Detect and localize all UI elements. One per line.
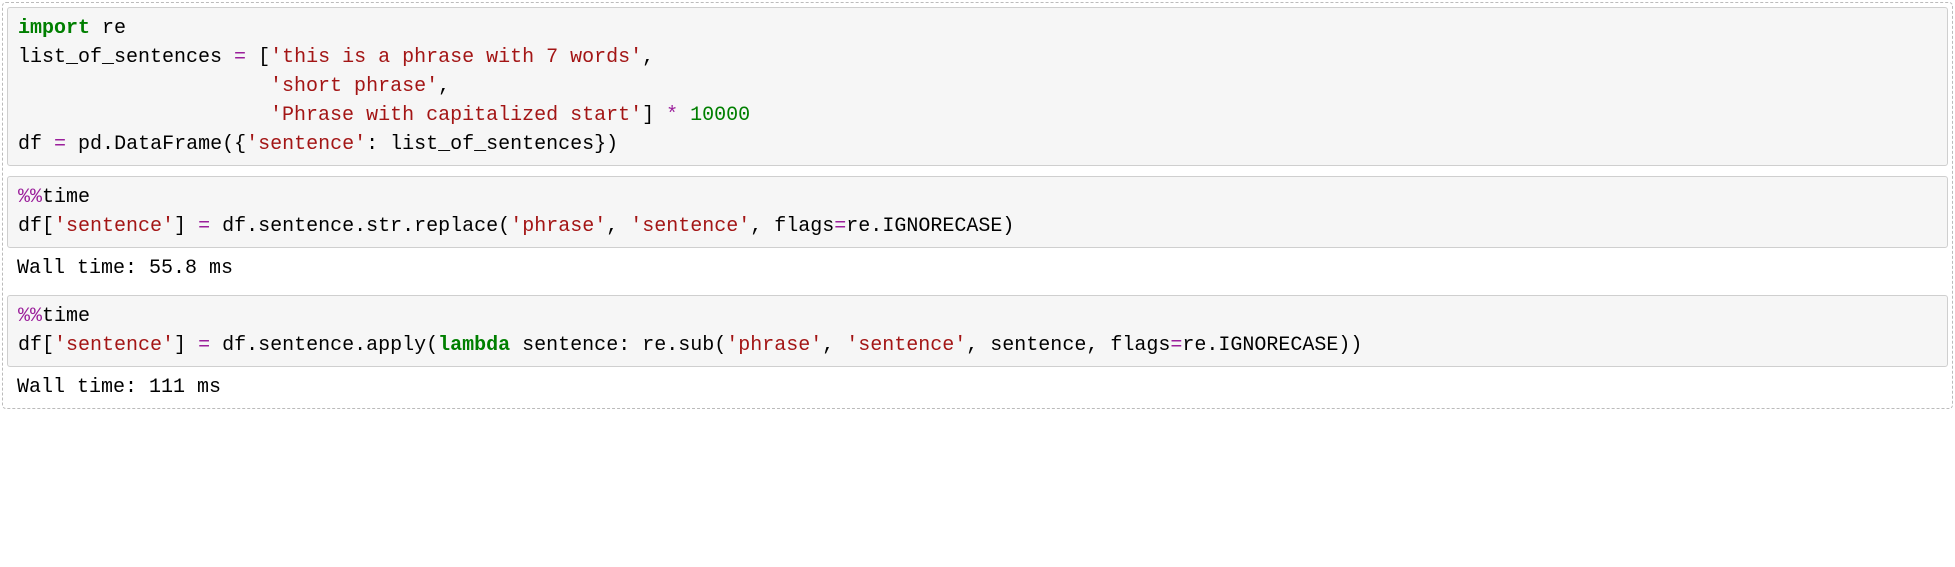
code-token: 'short phrase' [270, 75, 438, 98]
code-token: import [18, 17, 90, 40]
code-token: 'phrase' [726, 334, 822, 357]
code-output: Wall time: 111 ms [7, 367, 1948, 404]
code-token: . [1206, 334, 1218, 357]
code-token: apply( [366, 334, 438, 357]
code-output: Wall time: 55.8 ms [7, 248, 1948, 285]
code-token: 'sentence' [54, 215, 174, 238]
code-token: = [198, 215, 210, 238]
code-token: pd [66, 133, 102, 156]
code-token: df [210, 215, 246, 238]
code-token: , [822, 334, 846, 357]
code-token: IGNORECASE) [882, 215, 1014, 238]
code-token: , [642, 46, 654, 69]
code-token: , [438, 75, 450, 98]
code-token: ] [642, 104, 666, 127]
code-token: 'this is a phrase with 7 words' [270, 46, 642, 69]
code-token: , flags [750, 215, 834, 238]
code-token: re [1182, 334, 1206, 357]
code-token: . [246, 334, 258, 357]
code-token: 'sentence' [630, 215, 750, 238]
code-token: = [198, 334, 210, 357]
code-token [18, 104, 270, 127]
code-token: sentence [258, 334, 354, 357]
code-token [678, 104, 690, 127]
code-token: 'phrase' [510, 215, 606, 238]
code-token: IGNORECASE)) [1218, 334, 1362, 357]
notebook-cell: %%time df['sentence'] = df.sentence.appl… [7, 295, 1948, 404]
code-input[interactable]: import re list_of_sentences = ['this is … [7, 7, 1948, 166]
code-token: . [870, 215, 882, 238]
code-token: . [354, 334, 366, 357]
notebook-container: import re list_of_sentences = ['this is … [2, 2, 1953, 409]
code-token: df [210, 334, 246, 357]
code-input[interactable]: %%time df['sentence'] = df.sentence.appl… [7, 295, 1948, 367]
code-token: sentence [258, 215, 354, 238]
notebook-cell: import re list_of_sentences = ['this is … [7, 7, 1948, 166]
code-token: df [18, 133, 54, 156]
code-token: . [354, 215, 366, 238]
code-token: = [834, 215, 846, 238]
code-token: 'sentence' [54, 334, 174, 357]
code-token: . [666, 334, 678, 357]
code-token: , sentence, flags [966, 334, 1170, 357]
code-token: time [42, 305, 90, 328]
code-token: df[ [18, 334, 54, 357]
code-token: df[ [18, 215, 54, 238]
code-token: %% [18, 305, 42, 328]
code-token: str [366, 215, 402, 238]
code-token: sub( [678, 334, 726, 357]
code-token: [ [246, 46, 270, 69]
code-token: ] [174, 334, 198, 357]
code-token: ] [174, 215, 198, 238]
code-token: list_of_sentences [18, 46, 234, 69]
code-token: = [1170, 334, 1182, 357]
code-token: = [54, 133, 66, 156]
code-token: 10000 [690, 104, 750, 127]
notebook-cell: %%time df['sentence'] = df.sentence.str.… [7, 176, 1948, 285]
code-token: 'sentence' [246, 133, 366, 156]
code-token: : list_of_sentences}) [366, 133, 618, 156]
code-token: %% [18, 186, 42, 209]
code-token: re [90, 17, 126, 40]
code-token: 'Phrase with capitalized start' [270, 104, 642, 127]
code-input[interactable]: %%time df['sentence'] = df.sentence.str.… [7, 176, 1948, 248]
code-token: sentence: re [510, 334, 666, 357]
code-token: . [246, 215, 258, 238]
code-token: . [102, 133, 114, 156]
code-token: = [234, 46, 246, 69]
code-token: , [606, 215, 630, 238]
code-token: time [42, 186, 90, 209]
code-token [18, 75, 270, 98]
code-token: * [666, 104, 678, 127]
code-token: DataFrame({ [114, 133, 246, 156]
code-token: replace( [414, 215, 510, 238]
code-token: lambda [438, 334, 510, 357]
code-token: re [846, 215, 870, 238]
code-token: . [402, 215, 414, 238]
code-token: 'sentence' [846, 334, 966, 357]
